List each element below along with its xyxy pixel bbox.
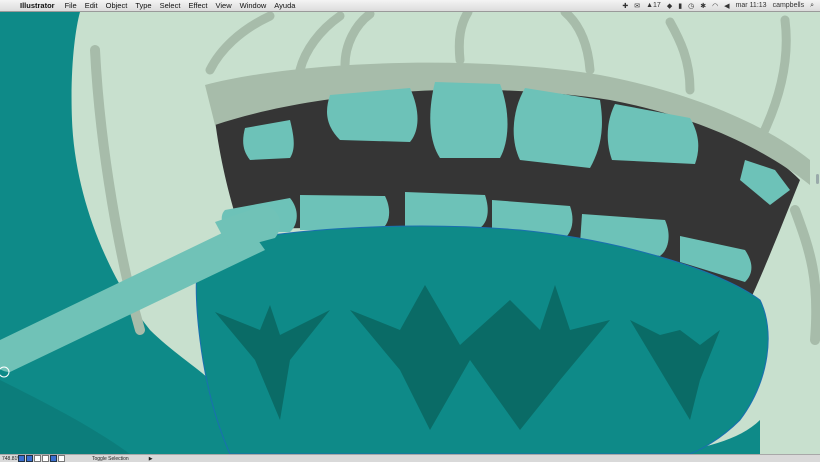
- lower-tooth: [405, 192, 488, 228]
- clock[interactable]: mar 11:13: [736, 2, 767, 9]
- dropbox-icon[interactable]: ✚: [622, 2, 628, 10]
- adobe-icon[interactable]: ▲17: [646, 2, 661, 9]
- menu-ayuda[interactable]: Ayuda: [274, 1, 295, 10]
- menu-select[interactable]: Select: [160, 1, 181, 10]
- mail-icon[interactable]: ✉: [634, 2, 640, 10]
- bluetooth-icon[interactable]: ✱: [700, 2, 706, 10]
- mouth-illustration[interactable]: [0, 12, 820, 454]
- user-name[interactable]: campbells: [773, 2, 805, 9]
- wifi-icon[interactable]: ◠: [712, 2, 718, 10]
- menu-window[interactable]: Window: [240, 1, 267, 10]
- time-machine-icon[interactable]: ◷: [688, 2, 694, 10]
- scrollbar-thumb[interactable]: [816, 174, 819, 184]
- tray-badge-count: 17: [653, 2, 661, 9]
- lower-tooth: [300, 195, 390, 230]
- menu-edit[interactable]: Edit: [85, 1, 98, 10]
- upper-tooth: [513, 88, 602, 168]
- menu-type[interactable]: Type: [135, 1, 151, 10]
- menu-effect[interactable]: Effect: [188, 1, 207, 10]
- menu-view[interactable]: View: [215, 1, 231, 10]
- menu-file[interactable]: File: [65, 1, 77, 10]
- evernote-icon[interactable]: ◆: [667, 2, 672, 10]
- artboard-canvas[interactable]: [0, 12, 820, 454]
- upper-tooth: [327, 88, 418, 142]
- status-tray: ✚ ✉ ▲17 ◆ ▮ ◷ ✱ ◠ ◀ mar 11:13 campbells …: [622, 2, 814, 10]
- menu-bar: Illustrator File Edit Object Type Select…: [0, 0, 820, 12]
- upper-tooth: [430, 82, 508, 158]
- battery-icon[interactable]: ▮: [678, 2, 682, 10]
- volume-icon[interactable]: ◀: [724, 2, 729, 10]
- spotlight-icon[interactable]: ⌕: [810, 2, 814, 10]
- menu-app-name[interactable]: Illustrator: [20, 1, 55, 10]
- menu-object[interactable]: Object: [106, 1, 128, 10]
